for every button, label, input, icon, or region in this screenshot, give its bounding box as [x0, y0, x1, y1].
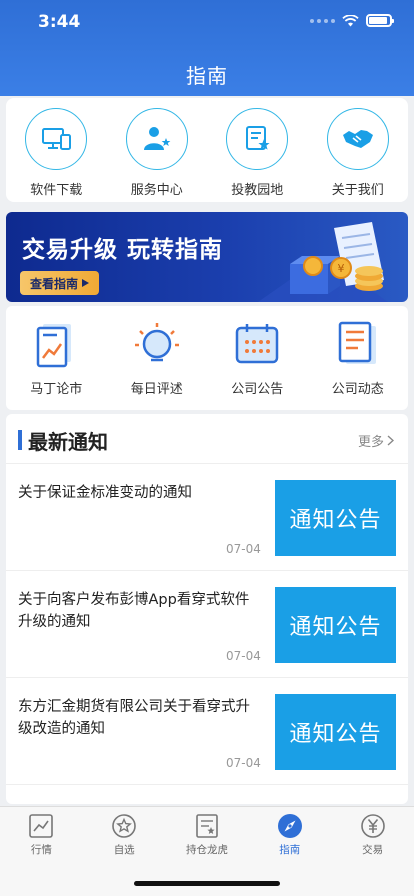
category-label: 公司动态 [331, 382, 384, 397]
battery-icon [366, 14, 394, 27]
section-accent-bar [18, 430, 22, 450]
notice-date: 07-04 [226, 542, 261, 556]
status-icons [310, 14, 394, 27]
status-time: 3:44 [38, 12, 81, 32]
tab-trade[interactable]: 交易 [331, 807, 414, 896]
view-guide-label: 查看指南 [30, 276, 79, 291]
notice-date: 07-04 [226, 649, 261, 663]
category-martin-market[interactable]: 马丁论市 [6, 306, 107, 410]
notice-item[interactable]: 关于向客户发布彭博App看穿式软件升级的通知 07-04 通知公告 [6, 571, 408, 678]
latest-notices: 最新通知 更多 关于保证金标准变动的通知 07-04 通知公告 关于向客户发布彭… [6, 414, 408, 804]
category-company-announcements[interactable]: 公司公告 [207, 306, 308, 410]
home-indicator[interactable] [134, 881, 280, 886]
banner-illustration: ¥ [258, 222, 388, 302]
quick-link-label: 服务中心 [130, 183, 183, 198]
computer-icon [25, 108, 88, 170]
star-icon [112, 814, 136, 838]
document-star-icon [226, 108, 289, 170]
lightbulb-icon [134, 323, 179, 362]
notice-tag: 通知公告 [275, 694, 396, 770]
signal-icon [310, 18, 335, 23]
category-company-news[interactable]: 公司动态 [308, 306, 409, 410]
promo-banner[interactable]: 交易升级 玩转指南 查看指南 ¥ [6, 212, 408, 302]
ranking-list-icon [196, 814, 218, 838]
chart-document-icon [37, 324, 72, 368]
quick-links: 软件下载 服务中心 投教园地 关于我们 [6, 98, 408, 202]
play-arrow-icon [82, 279, 90, 287]
category-daily-commentary[interactable]: 每日评述 [107, 306, 208, 410]
notice-title: 东方汇金期货有限公司关于看穿式升级改造的通知 [18, 699, 250, 737]
notices-title: 最新通知 [28, 430, 108, 454]
more-link[interactable]: 更多 [358, 431, 394, 450]
tab-label: 行情 [30, 844, 52, 856]
more-label: 更多 [357, 435, 384, 450]
notice-tag: 通知公告 [275, 480, 396, 556]
news-document-icon [338, 321, 376, 364]
market-chart-icon [29, 814, 54, 838]
calendar-icon [236, 324, 279, 364]
quick-link-label: 软件下载 [30, 183, 83, 198]
service-person-icon [125, 108, 188, 170]
quick-link-service-center[interactable]: 服务中心 [107, 98, 208, 202]
tab-market[interactable]: 行情 [0, 807, 83, 896]
notice-date: 07-04 [226, 756, 261, 770]
handshake-icon [326, 108, 389, 170]
notice-tag: 通知公告 [275, 587, 396, 663]
banner-title: 交易升级 玩转指南 [22, 237, 224, 263]
notice-item[interactable]: 关于保证金标准变动的通知 07-04 通知公告 [6, 464, 408, 571]
notice-title: 关于向客户发布彭博App看穿式软件升级的通知 [18, 592, 250, 630]
quick-link-label: 投教园地 [231, 183, 284, 198]
status-bar: 3:44 [0, 0, 414, 44]
quick-link-investor-education[interactable]: 投教园地 [207, 98, 308, 202]
category-label: 公司公告 [231, 382, 284, 397]
category-label: 每日评述 [130, 382, 183, 397]
app-header: 3:44 指南 [0, 0, 414, 96]
notice-title: 关于保证金标准变动的通知 [18, 485, 192, 501]
quick-link-software-download[interactable]: 软件下载 [6, 98, 107, 202]
compass-icon [277, 814, 302, 838]
quick-link-label: 关于我们 [331, 183, 384, 198]
quick-link-about-us[interactable]: 关于我们 [308, 98, 409, 202]
tab-label: 持仓龙虎 [185, 844, 228, 856]
page-title: 指南 [186, 64, 228, 88]
view-guide-button[interactable]: 查看指南 [20, 271, 100, 295]
svg-text:¥: ¥ [338, 262, 345, 275]
wifi-icon [342, 14, 359, 26]
chevron-right-icon [387, 435, 394, 446]
notice-item[interactable]: 东方汇金期货有限公司关于看穿式升级改造的通知 07-04 通知公告 [6, 678, 408, 785]
tab-label: 交易 [362, 844, 384, 856]
category-label: 马丁论市 [30, 382, 83, 397]
yuan-icon [360, 814, 385, 838]
tab-label: 指南 [279, 844, 301, 856]
category-grid: 马丁论市 每日评述 公司公告 公司动态 [6, 306, 408, 410]
tab-label: 自选 [113, 844, 135, 856]
notices-header: 最新通知 更多 [6, 414, 408, 464]
